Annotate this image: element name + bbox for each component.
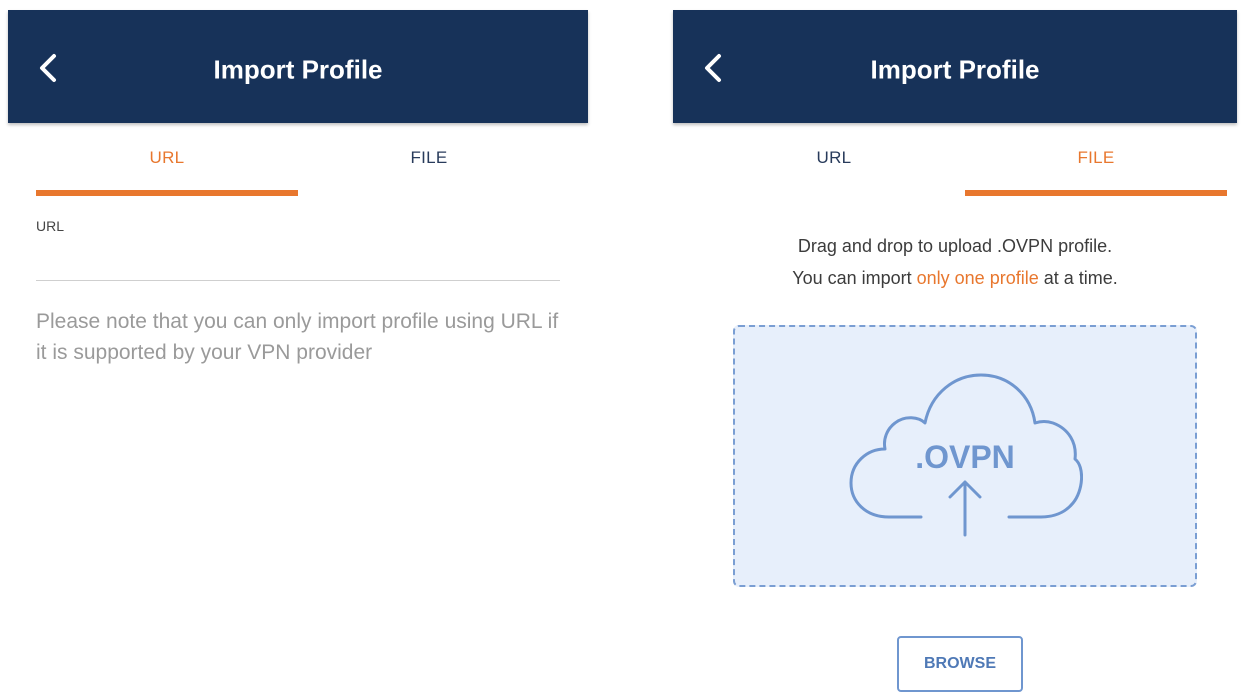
tab-active-indicator	[965, 190, 1227, 196]
cloud-upload-icon: .OVPN	[847, 367, 1083, 547]
tab-file-label: FILE	[410, 148, 448, 167]
import-profile-url-screen: Import Profile URL FILE URL Please note …	[8, 0, 588, 698]
import-profile-file-screen: Import Profile URL FILE Drag and drop to…	[673, 0, 1237, 698]
file-type-label: .OVPN	[915, 439, 1015, 475]
page-title: Import Profile	[870, 54, 1040, 85]
instructions-line-1: Drag and drop to upload .OVPN profile.	[797, 236, 1113, 256]
url-import-note: Please note that you can only import pro…	[36, 310, 559, 364]
tab-url[interactable]: URL	[36, 123, 298, 198]
instructions-prefix: You can import	[792, 268, 917, 288]
tab-file[interactable]: FILE	[298, 123, 560, 198]
url-input[interactable]	[36, 240, 560, 281]
tab-url[interactable]: URL	[703, 123, 965, 198]
tab-bar: URL FILE	[8, 123, 588, 198]
tab-active-indicator	[36, 190, 298, 196]
url-field-label: URL	[36, 218, 65, 234]
tab-url-label: URL	[149, 148, 185, 167]
tab-file-label: FILE	[1077, 148, 1115, 167]
app-header: Import Profile	[8, 10, 588, 123]
instructions-line-2: You can import only one profile at a tim…	[673, 262, 1237, 294]
upload-instructions: Drag and drop to upload .OVPN profile. Y…	[673, 230, 1237, 294]
instructions-highlight: only one profile	[916, 268, 1039, 288]
tab-bar: URL FILE	[673, 123, 1237, 198]
file-dropzone[interactable]: .OVPN	[733, 325, 1197, 587]
browse-button[interactable]: BROWSE	[897, 636, 1023, 692]
tab-url-label: URL	[816, 148, 852, 167]
app-header: Import Profile	[673, 10, 1237, 123]
tab-file[interactable]: FILE	[965, 123, 1227, 198]
page-title: Import Profile	[213, 54, 383, 85]
instructions-suffix: at a time.	[1038, 268, 1118, 288]
